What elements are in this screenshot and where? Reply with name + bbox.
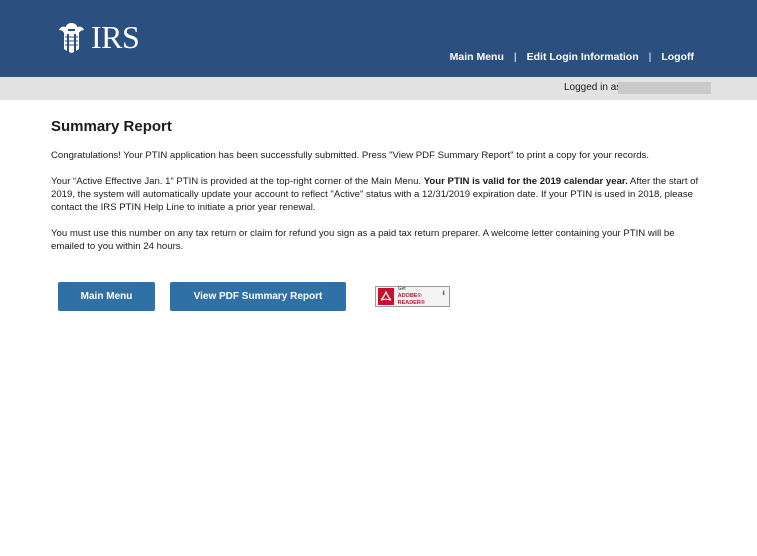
- nav-logoff-link[interactable]: Logoff: [661, 51, 694, 63]
- logo-text: IRS: [91, 19, 140, 55]
- adobe-reader-icon: [378, 288, 394, 305]
- page-title: Summary Report: [51, 118, 172, 135]
- main-content: Summary Report Congratulations! Your PTI…: [51, 118, 706, 266]
- nav-separator: |: [513, 51, 517, 63]
- nav-edit-login-link[interactable]: Edit Login Information: [527, 51, 639, 63]
- login-status-bar: Logged in as: [0, 77, 757, 100]
- ptin-validity-paragraph: Your “Active Effective Jan. 1” PTIN is p…: [51, 175, 706, 214]
- usage-paragraph: You must use this number on any tax retu…: [51, 228, 675, 252]
- nav-main-menu-link[interactable]: Main Menu: [450, 51, 504, 63]
- nav-separator: |: [648, 51, 652, 63]
- ptin-validity-text: Your “Active Effective Jan. 1” PTIN is p…: [51, 176, 424, 187]
- eagle-emblem-icon: [59, 23, 84, 53]
- redacted-username: [618, 82, 711, 94]
- view-pdf-summary-button[interactable]: View PDF Summary Report: [170, 282, 346, 311]
- ptin-validity-bold: Your PTIN is valid for the 2019 calendar…: [423, 176, 628, 187]
- download-arrow-icon: ⬇: [440, 291, 446, 297]
- logged-in-label: Logged in as: [564, 82, 622, 93]
- get-adobe-reader-link[interactable]: Get ADOBE® READER® ⬇: [375, 286, 450, 307]
- main-menu-button[interactable]: Main Menu: [58, 282, 155, 311]
- site-header: IRS Main Menu | Edit Login Information |…: [0, 0, 757, 77]
- top-navigation: Main Menu | Edit Login Information | Log…: [450, 51, 694, 63]
- irs-logo[interactable]: IRS: [55, 19, 140, 55]
- confirmation-paragraph: Congratulations! Your PTIN application h…: [51, 150, 649, 161]
